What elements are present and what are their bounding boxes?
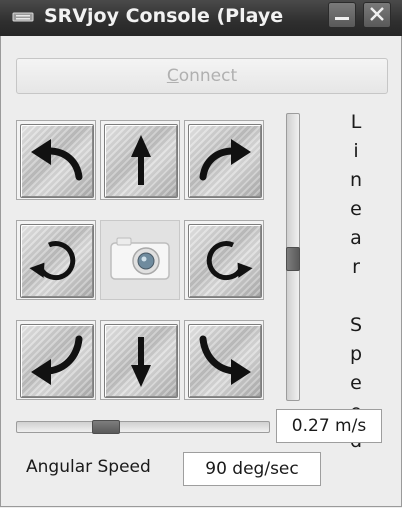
linear-speed-label-letter: S: [349, 314, 363, 336]
linear-speed-slider-thumb[interactable]: [286, 247, 300, 271]
curve-up-right-arrow-icon: [199, 139, 251, 181]
rotate-ccw-icon: [29, 241, 76, 281]
linear-speed-value-text: 0.27 m/s: [291, 416, 367, 436]
window-menu-icon[interactable]: [12, 9, 34, 25]
linear-speed-label-letter: r: [352, 256, 360, 278]
curve-down-right-arrow-icon: [199, 335, 251, 385]
linear-speed-label-letter: n: [349, 169, 363, 191]
curve-up-left-arrow-icon: [31, 139, 83, 181]
backward-button[interactable]: [100, 320, 180, 400]
close-button[interactable]: [363, 2, 391, 28]
window-title: SRVjoy Console (Playe: [44, 5, 284, 27]
linear-speed-value: 0.27 m/s: [276, 409, 382, 443]
linear-speed-label-letter: e: [350, 372, 362, 394]
connect-button-label: Connect: [166, 66, 238, 86]
minimize-icon: [335, 17, 349, 20]
linear-speed-label-letter: [343, 282, 369, 311]
down-arrow-icon: [131, 337, 151, 387]
close-icon: [370, 7, 384, 21]
angular-speed-slider[interactable]: [16, 421, 270, 433]
minimize-button[interactable]: [328, 2, 356, 28]
up-arrow-icon: [131, 135, 151, 185]
camera-button[interactable]: [100, 220, 180, 300]
connect-button[interactable]: Connect: [16, 58, 388, 94]
linear-speed-label-letter: i: [353, 140, 359, 162]
forward-right-button[interactable]: [184, 120, 264, 200]
linear-speed-label-letter: a: [350, 227, 362, 249]
forward-left-button[interactable]: [16, 120, 96, 200]
linear-speed-label-letter: p: [349, 343, 363, 365]
angular-speed-label: Angular Speed: [26, 457, 151, 477]
curve-down-left-arrow-icon: [31, 335, 83, 385]
rotate-left-button[interactable]: [16, 220, 96, 300]
rotate-right-button[interactable]: [184, 220, 264, 300]
linear-speed-label-letter: e: [350, 198, 362, 220]
rotate-cw-icon: [206, 241, 253, 281]
angular-speed-value-text: 90 deg/sec: [205, 459, 299, 479]
linear-speed-label-letter: L: [350, 111, 362, 133]
angular-speed-slider-thumb[interactable]: [92, 420, 120, 434]
camera-icon: [110, 237, 170, 280]
forward-button[interactable]: [100, 120, 180, 200]
backward-left-button[interactable]: [16, 320, 96, 400]
title-bar[interactable]: SRVjoy Console (Playe: [0, 0, 402, 36]
angular-speed-value: 90 deg/sec: [183, 452, 321, 486]
linear-speed-label: L i n e a r S p e e d: [343, 108, 369, 456]
backward-right-button[interactable]: [184, 320, 264, 400]
